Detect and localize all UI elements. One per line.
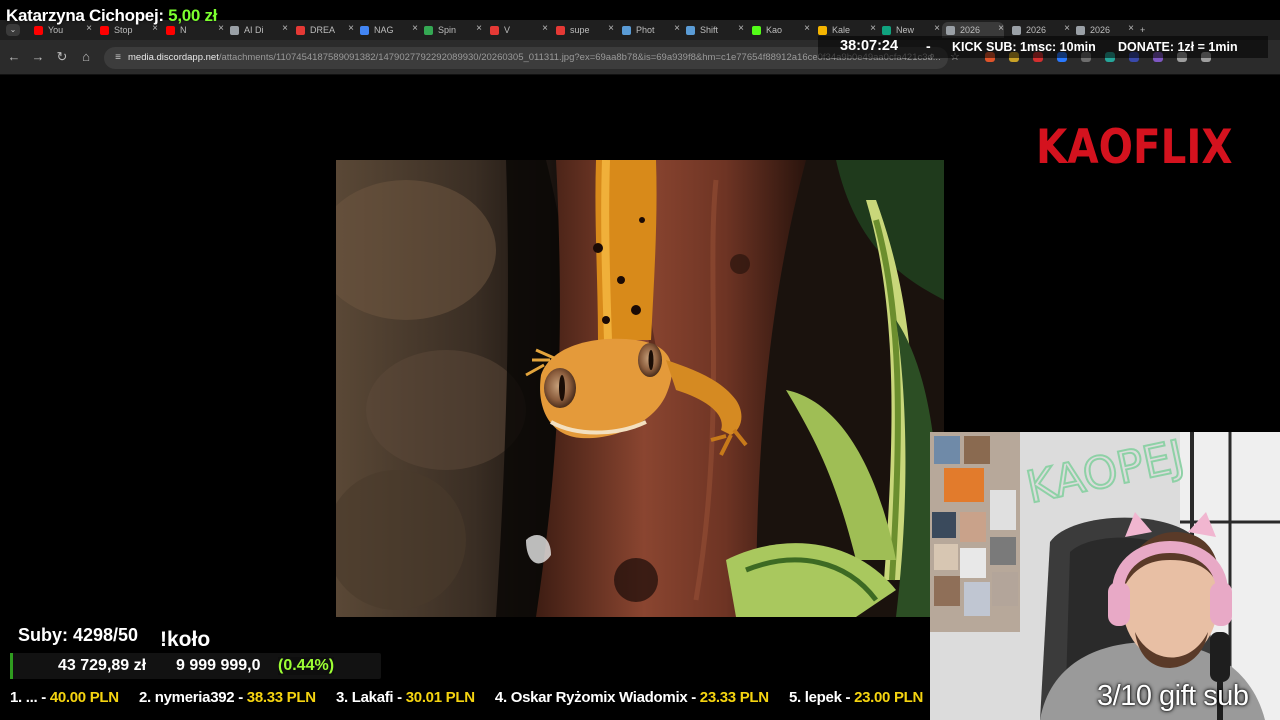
- top-donors: 1. ... - 40.00 PLN 2. nymeria392 - 38.33…: [10, 689, 939, 706]
- tab-label: You: [48, 25, 64, 35]
- youtube-icon: [34, 25, 43, 35]
- close-tab-icon[interactable]: ×: [412, 23, 418, 34]
- browser-tab[interactable]: NAG ×: [356, 22, 418, 38]
- close-tab-icon[interactable]: ×: [542, 23, 548, 34]
- dream-icon: [296, 25, 305, 35]
- tab-label: 2026: [1026, 25, 1047, 35]
- gift-sub-counter: 3/10 gift sub: [1097, 680, 1249, 712]
- kick-icon: [752, 25, 761, 35]
- tab-label: 2026: [1090, 25, 1111, 35]
- wheel-command: !koło: [160, 628, 211, 651]
- back-icon[interactable]: ←: [6, 49, 22, 64]
- webcam-feed: KAOPEJ: [930, 432, 1280, 720]
- site-info-icon[interactable]: ≡: [108, 47, 128, 69]
- globe-icon: [230, 25, 239, 35]
- timer-separator: -: [926, 38, 931, 54]
- browser-tab[interactable]: Spin ×: [420, 22, 482, 38]
- donor-name: Katarzyna Cichopej:: [6, 6, 164, 25]
- tab-label: N: [180, 25, 187, 35]
- globe-icon: [1012, 25, 1021, 35]
- spin-icon: [424, 25, 433, 35]
- browser-tab[interactable]: Kao ×: [748, 22, 810, 38]
- donation-amount: 5,00 zł: [168, 6, 218, 25]
- leaderboard-entry: 2. nymeria392 - 38.33 PLN: [139, 689, 316, 706]
- close-tab-icon[interactable]: ×: [218, 23, 224, 34]
- close-tab-icon[interactable]: ×: [476, 23, 482, 34]
- close-tab-icon[interactable]: ×: [738, 23, 744, 34]
- donate-rate: DONATE: 1zł = 1min: [1118, 40, 1238, 54]
- tab-label: Spin: [438, 25, 457, 35]
- close-tab-icon[interactable]: ×: [1064, 23, 1070, 34]
- red-circle-icon: [556, 25, 565, 35]
- close-tab-icon[interactable]: ×: [674, 23, 680, 34]
- subathon-timer: 38:07:24: [840, 38, 899, 54]
- browser-tab[interactable]: Phot ×: [618, 22, 680, 38]
- browser-tab[interactable]: Shift ×: [682, 22, 744, 38]
- goal-progress-fill: [10, 653, 13, 679]
- close-tab-icon[interactable]: ×: [934, 23, 940, 34]
- steam-icon: [686, 25, 695, 35]
- goal-target: 9 999 999,0: [176, 657, 261, 674]
- chatgpt-icon: [882, 25, 891, 35]
- globe-icon: [946, 25, 955, 35]
- browser-tab[interactable]: DREA ×: [292, 22, 354, 38]
- leaderboard-entry: 1. ... - 40.00 PLN: [10, 689, 119, 706]
- close-tab-icon[interactable]: ×: [348, 23, 354, 34]
- home-icon[interactable]: ⌂: [78, 49, 94, 64]
- kick-sub-rate: KICK SUB: 1msc: 10min: [952, 40, 1096, 54]
- goal-current: 43 729,89 zł: [58, 657, 147, 674]
- tab-label: Stop: [114, 25, 133, 35]
- tab-label: Phot: [636, 25, 655, 35]
- latest-donation: Katarzyna Cichopej: 5,00 zł: [6, 6, 217, 26]
- tab-label: 2026: [960, 25, 981, 35]
- browser-tab[interactable]: V ×: [486, 22, 548, 38]
- leaderboard-entry: 4. Oskar Ryżomix Wiadomix - 23.33 PLN: [494, 689, 769, 706]
- docs-icon: [360, 25, 369, 35]
- close-tab-icon[interactable]: ×: [282, 23, 288, 34]
- close-tab-icon[interactable]: ×: [870, 23, 876, 34]
- youtube-icon: [100, 25, 109, 35]
- record-icon: [490, 25, 499, 35]
- close-tab-icon[interactable]: ×: [804, 23, 810, 34]
- leaderboard-entry: 3. Lakafi - 30.01 PLN: [335, 689, 475, 706]
- tab-label: Kao: [766, 25, 783, 35]
- browser-tab[interactable]: supe ×: [552, 22, 614, 38]
- tab-label: supe: [570, 25, 590, 35]
- close-tab-icon[interactable]: ×: [998, 23, 1004, 34]
- url-host: media.discordapp.net: [128, 52, 219, 63]
- browser-tab[interactable]: AI Di ×: [226, 22, 288, 38]
- leaderboard-entry: 5. lepek - 23.00 PLN: [788, 689, 924, 706]
- close-tab-icon[interactable]: ×: [1128, 23, 1134, 34]
- tab-label: V: [504, 25, 511, 35]
- globe-icon: [1076, 25, 1085, 35]
- calendar-icon: [818, 25, 827, 35]
- gecko-photo: [336, 160, 944, 617]
- forward-icon[interactable]: →: [30, 49, 46, 64]
- tab-label: Kale: [832, 25, 851, 35]
- tab-label: New: [896, 25, 915, 35]
- goal-percent: (0.44%): [278, 657, 335, 675]
- sub-counter: Suby: 4298/50: [18, 625, 139, 645]
- tab-label: AI Di: [244, 25, 264, 35]
- tab-label: Shift: [700, 25, 719, 35]
- tab-label: NAG: [374, 25, 394, 35]
- reload-icon[interactable]: ↻: [54, 49, 70, 65]
- tab-label: DREA: [310, 25, 336, 35]
- steam-icon: [622, 25, 631, 35]
- kaoflix-logo: KAOFLIX: [1036, 120, 1233, 175]
- youtube-icon: [166, 25, 175, 35]
- close-tab-icon[interactable]: ×: [608, 23, 614, 34]
